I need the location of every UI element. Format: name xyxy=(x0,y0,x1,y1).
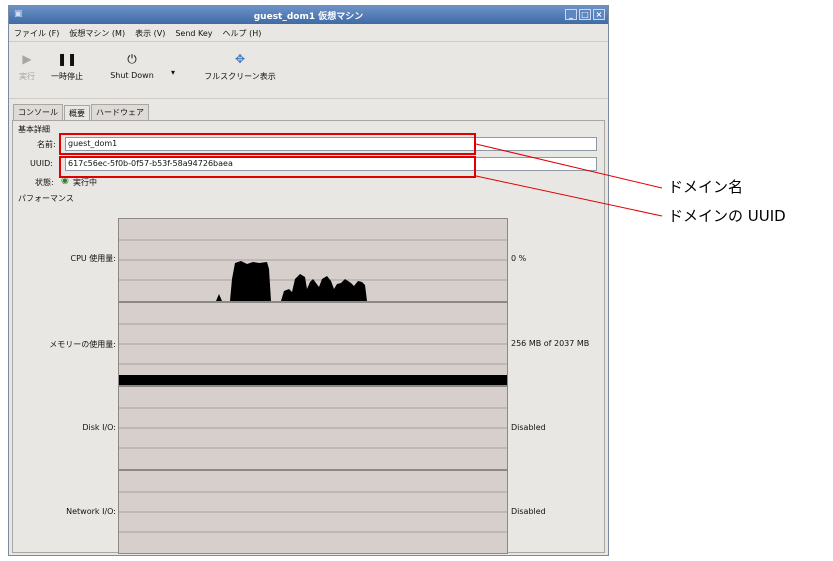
callout-domain-uuid: ドメインの UUID xyxy=(668,207,786,225)
callout-lines xyxy=(475,143,663,217)
callout-domain-name: ドメイン名 xyxy=(668,178,744,196)
